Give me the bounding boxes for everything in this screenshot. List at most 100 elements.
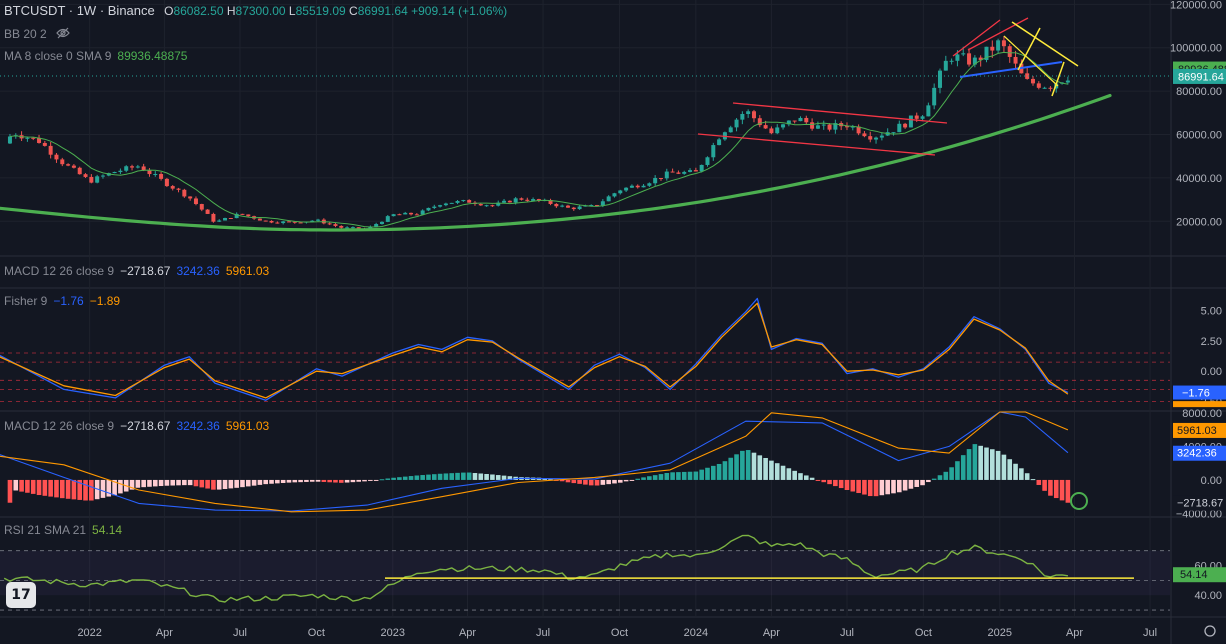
candle-body [286,221,291,223]
candle-body [717,139,722,146]
macd-histogram-bar [1059,479,1065,501]
candle-body [641,185,646,188]
price-tick-label: 120000.00 [1170,0,1222,11]
rsi-legend[interactable]: RSI 21 SMA 21 54.14 [4,523,128,537]
macd1-legend[interactable]: MACD 12 26 close 9 −2718.67 3242.36 5961.03 [4,264,275,278]
ma-legend[interactable]: MA 8 close 0 SMA 9 89936.48875 [4,49,193,63]
candle-body [728,127,733,133]
candle-body [618,190,623,194]
candle-body [1065,80,1070,83]
macd-histogram-bar [30,479,36,494]
macd-histogram-bar [676,472,681,480]
candle-body [432,206,437,208]
macd-histogram-bar [275,479,280,484]
candle-body [228,217,233,219]
macd-histogram-bar [298,479,303,483]
candle-body [990,46,995,51]
macd-histogram-bar [147,479,152,487]
macd-histogram-bar [867,479,873,497]
candle-body [937,70,942,88]
candle-body [217,220,222,222]
candle-body [193,198,198,205]
macd-histogram-bar [286,479,292,483]
fisher-legend[interactable]: Fisher 9 −1.76 −1.89 [4,294,126,308]
candle-body [967,53,972,65]
macd-histogram-bar [449,473,455,480]
candle-body [775,127,780,134]
candle-body [554,203,559,207]
candle-body [804,117,809,123]
macd-histogram-bar [25,479,30,493]
candle-body [95,176,100,183]
macd-histogram-bar [972,444,978,480]
macd-histogram-bar [827,479,832,485]
macd-histogram-bar [949,467,954,480]
candle-body [176,188,181,190]
macd-histogram-bar [583,479,588,485]
candle-body [507,200,512,203]
candle-body [7,136,12,144]
macd-histogram-bar [478,473,484,480]
macd-histogram-bar [321,479,327,482]
eye-off-icon[interactable] [56,27,70,39]
macd-histogram-bar [681,471,687,480]
macd-histogram-bar [344,479,350,483]
tradingview-logo[interactable]: 17 [6,582,36,608]
settings-gear-icon[interactable] [1204,625,1216,637]
candle-body [124,166,129,171]
bb-legend[interactable]: BB 20 2 [4,27,70,41]
macd-histogram-bar [437,473,443,480]
price-axis: 20000.00 40000.00 60000.00 80000.00 100000.0… [1170,0,1226,602]
candle-body [385,216,390,222]
last-price-tag-label: 86991.64 [1178,71,1224,83]
macd-histogram-bar [176,479,181,486]
macd-histogram-bar [182,479,187,486]
time-tick-label: 2023 [381,627,405,639]
macd-histogram-bar [170,479,176,486]
candle-body [798,117,803,122]
fisher-pane [0,297,1170,402]
macd-histogram-bar [716,463,722,480]
candle-body [461,200,466,202]
macd-histogram-bar [629,479,635,481]
candle-body [379,221,384,225]
macd-histogram-bar [48,479,53,497]
macd-histogram-bar [931,478,937,480]
candle-body [624,187,629,191]
parabolic-support-curve [0,93,1112,232]
macd-histogram-bar [577,479,582,484]
macd1-label: MACD 12 26 close 9 [4,264,115,278]
macd-histogram-bar [408,476,414,480]
moving-average-line [9,51,1068,228]
rsi-value: 54.14 [92,523,123,537]
macd-histogram-bar [594,479,600,486]
candle-body [211,213,216,222]
rsi-label: RSI 21 SMA 21 [4,523,87,537]
macd2-legend[interactable]: MACD 12 26 close 9 −2718.67 3242.36 5961.03 [4,419,275,433]
candle-body [874,137,879,140]
candle-body [147,170,152,175]
candle-body [1042,87,1047,89]
macd-histogram-bar [222,479,228,489]
macd-histogram-bar [687,471,693,480]
macd-value-tag-label: 3242.36 [1177,448,1217,460]
candle-body [327,223,332,225]
macd-histogram-bar [152,479,158,487]
macd-histogram-bar [193,479,199,487]
macd-histogram-bar [495,475,501,480]
macd-histogram-bar [896,479,902,493]
candle-body [658,178,663,180]
candle-body [164,178,169,187]
macd-histogram-bar [623,479,629,482]
macd-histogram-bar [1024,473,1030,480]
macd-histogram-bar [769,460,774,480]
candle-body [1013,56,1018,64]
candle-body [1048,87,1053,89]
symbol-title[interactable]: BTCUSDT · 1W · Binance [4,3,155,18]
candle-body [449,202,454,204]
candle-body [565,205,570,208]
fisher-tick-label: 2.50 [1201,336,1222,348]
chart-canvas[interactable]: 20000.00 40000.00 60000.00 80000.00 100000.0… [0,0,1226,644]
ma-value: 89936.48875 [117,49,188,63]
time-tick-label: Jul [536,627,550,639]
